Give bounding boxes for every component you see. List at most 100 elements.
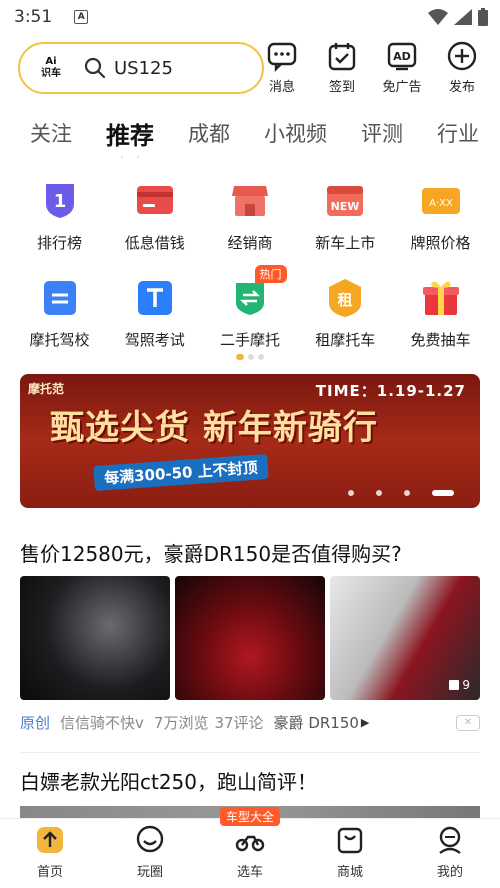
category-tabs: 关注 推荐 成都 小视频 评测 行业 (0, 108, 500, 158)
image-count: 9 (449, 678, 470, 692)
view-count: 7万浏览 (153, 714, 209, 732)
feature-loan[interactable]: 低息借钱 (107, 178, 202, 253)
feature-label: 免费抽车 (410, 331, 471, 349)
page-dot (236, 354, 244, 360)
gallery-icon (449, 680, 460, 690)
signal-icon (454, 9, 472, 25)
ad-free-label: 免广告 (382, 80, 422, 95)
ai-logo-bottom: 识车 (41, 68, 61, 79)
banner-dot (432, 490, 454, 496)
promo-banner[interactable]: 摩托范 TIME：1.19-1.27 甄选尖货 新年新骑行 每满300-50 上… (20, 374, 480, 508)
dealer-icon (228, 178, 272, 222)
profile-icon (439, 826, 461, 854)
nav-home[interactable]: 首页 (0, 819, 100, 888)
feature-label: 摩托驾校 (29, 331, 90, 349)
banner-dot (376, 490, 382, 496)
ai-recognize-button[interactable]: Ai 识车 (38, 56, 64, 80)
article-image[interactable] (20, 576, 170, 700)
model-link[interactable]: 豪爵 DR150 (274, 712, 359, 733)
feature-rent-moto[interactable]: 租 租摩托车 (298, 275, 393, 350)
feature-row-1: 1 排行榜 低息借钱 经销商 NEW 新车上市 A·XX 牌照价格 (12, 178, 488, 253)
publish-button[interactable]: 发布 (440, 40, 484, 95)
ranking-icon: 1 (38, 178, 82, 222)
page-dot (258, 354, 264, 360)
new-car-icon: NEW (323, 178, 367, 222)
article-image[interactable] (175, 576, 325, 700)
ad-free-button[interactable]: AD 免广告 (380, 40, 424, 95)
message-icon (267, 42, 297, 72)
message-button[interactable]: 消息 (260, 40, 304, 95)
free-draw-icon (419, 275, 463, 319)
driving-school-icon (38, 275, 82, 319)
feature-label: 新车上市 (315, 234, 376, 252)
grid-page-indicator (0, 354, 500, 360)
search-row: Ai 识车 US125 消息 签到 AD 免广告 发布 (18, 40, 484, 96)
publish-icon (447, 41, 477, 71)
license-price-icon: A·XX (419, 178, 463, 222)
article-title[interactable]: 售价12580元，豪爵DR150是否值得购买? (20, 538, 402, 567)
nav-shop[interactable]: 商城 (300, 819, 400, 888)
banner-time: TIME：1.19-1.27 (315, 382, 466, 400)
car-models-badge: 车型大全 (219, 807, 281, 826)
motorcycle-icon (235, 835, 265, 852)
tab-industry[interactable]: 行业 (437, 118, 479, 148)
feature-label: 排行榜 (36, 234, 82, 252)
shop-icon (337, 827, 363, 854)
feature-used-moto[interactable]: 热门 二手摩托 (203, 265, 298, 350)
ad-free-icon: AD (387, 42, 417, 71)
search-box[interactable]: Ai 识车 US125 (18, 42, 264, 94)
checkin-icon (328, 43, 356, 71)
feature-driving-school[interactable]: 摩托驾校 (12, 275, 107, 350)
feature-free-draw[interactable]: 免费抽车 (393, 275, 488, 350)
battery-icon (478, 8, 488, 26)
ai-logo-top: Ai (45, 56, 57, 67)
nav-label: 选车 (236, 865, 263, 880)
publish-label: 发布 (448, 80, 475, 95)
page-dot (248, 354, 254, 360)
svg-text:AD: AD (393, 50, 411, 63)
banner-indicator (348, 490, 454, 496)
svg-text:租: 租 (338, 291, 353, 309)
bottom-nav: 首页 玩圈 车型大全 选车 商城 我的 (0, 807, 500, 888)
feature-dealer[interactable]: 经销商 (203, 178, 298, 253)
svg-text:A·XX: A·XX (429, 198, 453, 209)
tab-review[interactable]: 评测 (361, 118, 403, 148)
feature-label: 租摩托车 (315, 331, 376, 349)
comment-count: 37评论 (214, 714, 264, 732)
status-indicators (428, 8, 488, 26)
banner-dot (404, 490, 410, 496)
nav-circle[interactable]: 玩圈 (100, 819, 200, 888)
nav-profile[interactable]: 我的 (400, 819, 500, 888)
feature-row-2: 摩托驾校 驾照考试 热门 二手摩托 租 租摩托车 免费抽车 (12, 265, 488, 350)
license-exam-icon (133, 275, 177, 319)
feature-label: 经销商 (227, 234, 273, 252)
article-title[interactable]: 白嫖老款光阳ct250，跑山简评！ (20, 766, 317, 795)
feature-ranking[interactable]: 1 排行榜 (12, 178, 107, 253)
home-icon (37, 827, 63, 853)
checkin-label: 签到 (328, 80, 355, 95)
divider (20, 752, 480, 753)
author-name[interactable]: 信信骑不快v (60, 712, 144, 733)
article-thumbnails[interactable]: 9 (20, 576, 480, 700)
tab-short-video[interactable]: 小视频 (264, 118, 327, 148)
feature-license-exam[interactable]: 驾照考试 (107, 275, 202, 350)
tab-chengdu[interactable]: 成都 (188, 118, 230, 148)
feature-new-car[interactable]: NEW 新车上市 (298, 178, 393, 253)
wifi-icon (428, 9, 448, 25)
tab-recommend[interactable]: 推荐 (106, 116, 154, 151)
checkin-button[interactable]: 签到 (320, 40, 364, 95)
banner-dot (348, 490, 354, 496)
message-label: 消息 (268, 80, 295, 95)
dismiss-button[interactable]: ✕ (456, 714, 480, 731)
tab-follow[interactable]: 关注 (30, 118, 72, 148)
rent-moto-icon: 租 (323, 275, 367, 319)
image-count-value: 9 (462, 678, 470, 692)
nav-label: 玩圈 (136, 865, 163, 880)
loan-icon (133, 178, 177, 222)
nav-choose-car[interactable]: 车型大全 选车 (200, 807, 300, 888)
circle-icon (136, 825, 164, 853)
feature-license-price[interactable]: A·XX 牌照价格 (393, 178, 488, 253)
article-image[interactable]: 9 (330, 576, 480, 700)
hot-badge: 热门 (254, 265, 287, 283)
search-input[interactable]: US125 (114, 58, 173, 79)
